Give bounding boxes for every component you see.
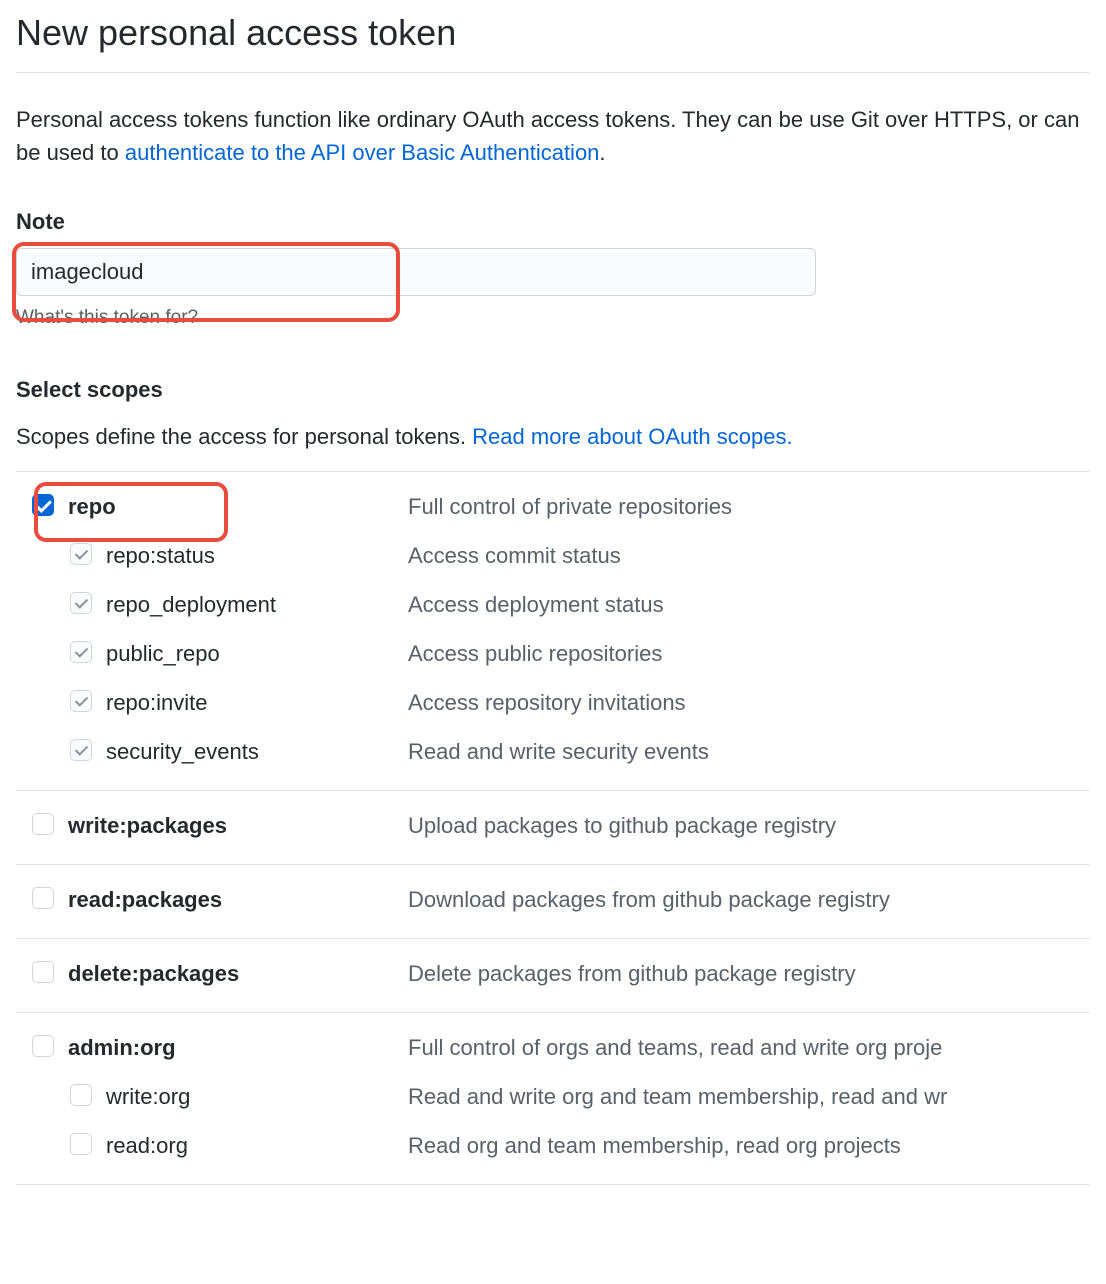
scope-checkbox[interactable] [70, 543, 92, 565]
scope-checkbox[interactable] [70, 739, 92, 761]
scope-name[interactable]: repo:invite [106, 686, 408, 719]
scope-checkbox[interactable] [32, 494, 54, 516]
scope-name[interactable]: repo:status [106, 539, 408, 572]
scope-description: Read org and team membership, read org p… [408, 1129, 901, 1162]
scope-name[interactable]: delete:packages [68, 957, 408, 990]
scope-row: read:packagesDownload packages from gith… [32, 879, 1082, 924]
note-hint: What's this token for? [16, 304, 1090, 333]
scope-name[interactable]: write:org [106, 1080, 408, 1113]
note-label: Note [16, 205, 1090, 238]
page-title: New personal access token [16, 6, 1090, 73]
scope-checkbox[interactable] [70, 592, 92, 614]
scopes-heading: Select scopes [16, 373, 1090, 406]
scope-description: Access public repositories [408, 637, 662, 670]
scope-checkbox[interactable] [32, 961, 54, 983]
description-suffix: . [599, 140, 605, 165]
description-paragraph: Personal access tokens function like ord… [16, 103, 1090, 169]
scope-child-row: write:orgRead and write org and team mem… [32, 1072, 1082, 1121]
scopes-description: Scopes define the access for personal to… [16, 420, 1090, 453]
scope-description: Access commit status [408, 539, 621, 572]
scope-child-row: repo:inviteAccess repository invitations [32, 678, 1082, 727]
scope-checkbox[interactable] [32, 1035, 54, 1057]
scope-group: read:packagesDownload packages from gith… [16, 865, 1090, 939]
scope-name[interactable]: public_repo [106, 637, 408, 670]
scope-description: Access deployment status [408, 588, 664, 621]
scope-row: repoFull control of private repositories [32, 486, 1082, 531]
scope-child-row: security_eventsRead and write security e… [32, 727, 1082, 776]
scope-name[interactable]: repo_deployment [106, 588, 408, 621]
scopes-table: repoFull control of private repositories… [16, 471, 1090, 1185]
scope-checkbox[interactable] [70, 1084, 92, 1106]
scope-group: repoFull control of private repositories… [16, 472, 1090, 791]
scope-child-row: read:orgRead org and team membership, re… [32, 1121, 1082, 1170]
scope-name[interactable]: repo [68, 490, 408, 523]
note-input[interactable] [16, 248, 816, 296]
scope-row: delete:packagesDelete packages from gith… [32, 953, 1082, 998]
scope-child-row: repo_deploymentAccess deployment status [32, 580, 1082, 629]
oauth-scopes-link[interactable]: Read more about OAuth scopes. [472, 424, 792, 449]
scope-description: Read and write org and team membership, … [408, 1080, 947, 1113]
scope-group: delete:packagesDelete packages from gith… [16, 939, 1090, 1013]
scope-description: Full control of private repositories [408, 490, 732, 523]
scope-group: admin:orgFull control of orgs and teams,… [16, 1013, 1090, 1185]
scope-description: Access repository invitations [408, 686, 686, 719]
scope-group: write:packagesUpload packages to github … [16, 791, 1090, 865]
scope-name[interactable]: read:org [106, 1129, 408, 1162]
scope-child-row: repo:statusAccess commit status [32, 531, 1082, 580]
scope-checkbox[interactable] [70, 690, 92, 712]
scope-description: Download packages from github package re… [408, 883, 890, 916]
scope-name[interactable]: admin:org [68, 1031, 408, 1064]
scope-name[interactable]: write:packages [68, 809, 408, 842]
scope-checkbox[interactable] [32, 887, 54, 909]
scope-description: Read and write security events [408, 735, 709, 768]
scope-description: Delete packages from github package regi… [408, 957, 856, 990]
scope-description: Upload packages to github package regist… [408, 809, 836, 842]
scope-checkbox[interactable] [32, 813, 54, 835]
scopes-desc-text: Scopes define the access for personal to… [16, 424, 472, 449]
scope-description: Full control of orgs and teams, read and… [408, 1031, 942, 1064]
auth-api-link[interactable]: authenticate to the API over Basic Authe… [125, 140, 600, 165]
scope-row: write:packagesUpload packages to github … [32, 805, 1082, 850]
scope-checkbox[interactable] [70, 1133, 92, 1155]
scope-name[interactable]: read:packages [68, 883, 408, 916]
scope-row: admin:orgFull control of orgs and teams,… [32, 1027, 1082, 1072]
scope-name[interactable]: security_events [106, 735, 408, 768]
scope-child-row: public_repoAccess public repositories [32, 629, 1082, 678]
scope-checkbox[interactable] [70, 641, 92, 663]
